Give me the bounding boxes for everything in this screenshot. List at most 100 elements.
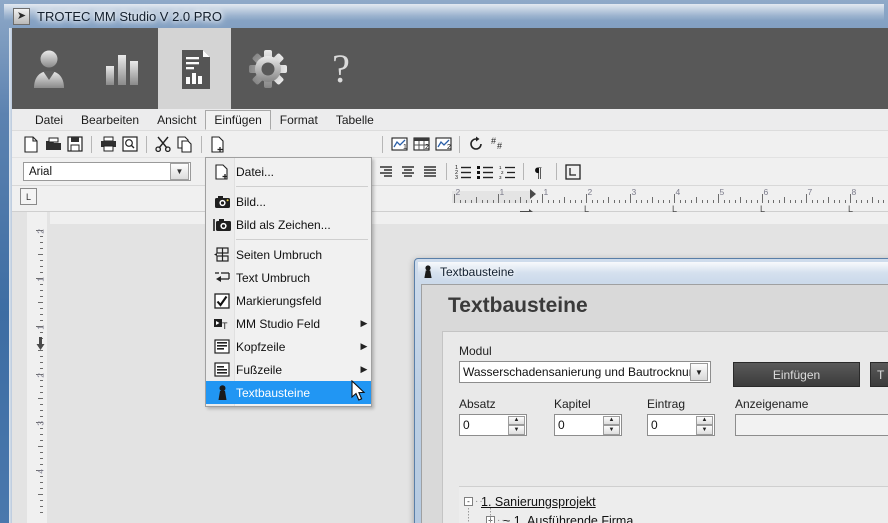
- ribbon-tab-report[interactable]: [158, 28, 231, 109]
- menu-item-fusszeile[interactable]: Fußzeile ▶: [206, 358, 371, 381]
- einfuegen-button[interactable]: Einfügen: [733, 362, 860, 387]
- spin-up-icon[interactable]: ▲: [603, 415, 620, 425]
- vruler-minor-tick: [40, 488, 43, 489]
- vruler-minor-tick: [40, 260, 43, 261]
- tree-row[interactable]: + ·· ~ 1. Ausführende Firma: [459, 511, 888, 523]
- horizontal-ruler[interactable]: L 21123456789LLLL: [12, 186, 888, 215]
- menu-item-textbausteine[interactable]: Textbausteine: [206, 381, 371, 404]
- ruler-minor-tick: [751, 200, 752, 203]
- menu-format[interactable]: Format: [271, 110, 327, 130]
- bullet-list-icon[interactable]: [474, 161, 496, 182]
- menu-bearbeiten[interactable]: Bearbeiten: [72, 110, 148, 130]
- ruler-minor-tick: [767, 200, 769, 203]
- numbered-list-icon[interactable]: 123: [452, 161, 474, 182]
- checkbox-icon: [208, 290, 236, 311]
- dialog-titlebar[interactable]: Textbausteine: [418, 262, 888, 282]
- align-center-icon[interactable]: [397, 161, 419, 182]
- eintrag-spinner[interactable]: 0 ▲ ▼: [647, 414, 715, 436]
- spin-down-icon[interactable]: ▼: [508, 425, 525, 435]
- print-icon[interactable]: [97, 134, 119, 155]
- ruler-minor-tick: [839, 200, 840, 203]
- textbaustein-tree[interactable]: - ·· 1. Sanierungsprojekt + ·· ~ 1. Ausf…: [459, 486, 888, 523]
- copy-icon[interactable]: [174, 134, 196, 155]
- window-titlebar[interactable]: ➤ TROTEC MM Studio V 2.0 PRO: [4, 4, 884, 28]
- spin-down-icon[interactable]: ▼: [603, 425, 620, 435]
- ruler-minor-tick: [679, 200, 681, 203]
- tree-collapse-toggle[interactable]: -: [464, 497, 473, 506]
- table2-icon[interactable]: 2: [410, 134, 432, 155]
- camera-char-icon: [208, 214, 236, 235]
- menu-datei[interactable]: Datei: [26, 110, 72, 130]
- absatz-spinner[interactable]: 0 ▲ ▼: [459, 414, 527, 436]
- cut-icon[interactable]: [152, 134, 174, 155]
- eintrag-spin-buttons[interactable]: ▲ ▼: [696, 415, 713, 435]
- spin-down-icon[interactable]: ▼: [696, 425, 713, 435]
- menu-item-text-umbruch[interactable]: Text Umbruch: [206, 266, 371, 289]
- tab-stop-selector[interactable]: L: [20, 188, 37, 205]
- kapitel-spin-buttons[interactable]: ▲ ▼: [603, 415, 620, 435]
- vruler-minor-tick: [40, 506, 43, 507]
- frame-icon[interactable]: [562, 161, 584, 182]
- menu-bar: Datei Bearbeiten Ansicht Einfügen Format…: [12, 109, 888, 131]
- vruler-minor-tick: [38, 494, 43, 495]
- menu-item-mm-studio-feld[interactable]: T MM Studio Feld ▶: [206, 312, 371, 335]
- tree-row[interactable]: - ·· 1. Sanierungsprojekt: [459, 492, 888, 511]
- menu-ansicht[interactable]: Ansicht: [148, 110, 205, 130]
- spin-up-icon[interactable]: ▲: [696, 415, 713, 425]
- ruler-minor-tick: [514, 200, 516, 203]
- toolbar-separator: [459, 135, 460, 153]
- ribbon-tab-person[interactable]: [12, 28, 85, 109]
- vruler-tick-label: 2: [36, 229, 46, 234]
- pilcrow-icon[interactable]: ¶: [529, 161, 551, 182]
- ribbon-tab-chart[interactable]: [85, 28, 158, 109]
- ruler-indent-marker[interactable]: [530, 189, 536, 199]
- print-preview-icon[interactable]: [119, 134, 141, 155]
- paste-icon[interactable]: [207, 134, 229, 155]
- chevron-down-icon[interactable]: ▼: [170, 163, 189, 180]
- menu-einfuegen[interactable]: Einfügen: [205, 109, 271, 130]
- ruler-minor-tick: [476, 197, 477, 203]
- multilevel-list-icon[interactable]: 123: [496, 161, 518, 182]
- hash-icon[interactable]: # #: [487, 134, 509, 155]
- menu-item-seiten-umbruch[interactable]: Seiten Umbruch: [206, 243, 371, 266]
- kapitel-spinner[interactable]: 0 ▲ ▼: [554, 414, 622, 436]
- align-right-icon[interactable]: [375, 161, 397, 182]
- vertical-ruler[interactable]: 2 1 1 2 3 4: [27, 212, 47, 523]
- chevron-down-icon[interactable]: ▼: [690, 363, 708, 381]
- ruler-minor-tick: [729, 200, 730, 203]
- vruler-minor-tick: [40, 284, 43, 285]
- anzeigename-input[interactable]: [735, 414, 888, 436]
- ribbon-tab-settings[interactable]: [231, 28, 304, 109]
- ruler-minor-tick: [844, 200, 846, 203]
- menu-item-datei[interactable]: Datei...: [206, 160, 371, 183]
- refresh-icon[interactable]: [465, 134, 487, 155]
- ribbon-tab-help[interactable]: ?: [304, 28, 377, 109]
- menu-item-label: Kopfzeile: [236, 339, 286, 354]
- ruler-minor-tick: [613, 200, 615, 203]
- menu-item-bild-als-zeichen[interactable]: Bild als Zeichen...: [206, 213, 371, 236]
- toolbar-separator: [523, 163, 524, 180]
- menu-item-kopfzeile[interactable]: Kopfzeile ▶: [206, 335, 371, 358]
- open-folder-icon[interactable]: [42, 134, 64, 155]
- ruler-minor-tick: [745, 200, 747, 203]
- ruler-minor-tick: [580, 200, 582, 203]
- save-icon[interactable]: [64, 134, 86, 155]
- page-top-margin: [50, 212, 888, 224]
- align-justify-icon[interactable]: [419, 161, 441, 182]
- new-document-icon[interactable]: [20, 134, 42, 155]
- font-name-combo[interactable]: Arial ▼: [23, 162, 191, 181]
- spin-up-icon[interactable]: ▲: [508, 415, 525, 425]
- chart2-icon[interactable]: 2: [432, 134, 454, 155]
- ruler-minor-tick: [531, 200, 532, 203]
- chart1-icon[interactable]: 1: [388, 134, 410, 155]
- toolbar-separator: [382, 135, 383, 153]
- menu-item-bild[interactable]: Bild...: [206, 190, 371, 213]
- absatz-spin-buttons[interactable]: ▲ ▼: [508, 415, 525, 435]
- mouse-cursor: [351, 379, 367, 405]
- menu-item-markierungsfeld[interactable]: Markierungsfeld: [206, 289, 371, 312]
- modul-combobox[interactable]: Wasserschadensanierung und Bautrocknun ▼: [459, 361, 711, 383]
- menu-tabelle[interactable]: Tabelle: [327, 110, 383, 130]
- vruler-margin-marker[interactable]: [36, 337, 45, 354]
- second-button[interactable]: T: [870, 362, 888, 387]
- tree-label: ~ 1. Ausführende Firma: [503, 513, 634, 523]
